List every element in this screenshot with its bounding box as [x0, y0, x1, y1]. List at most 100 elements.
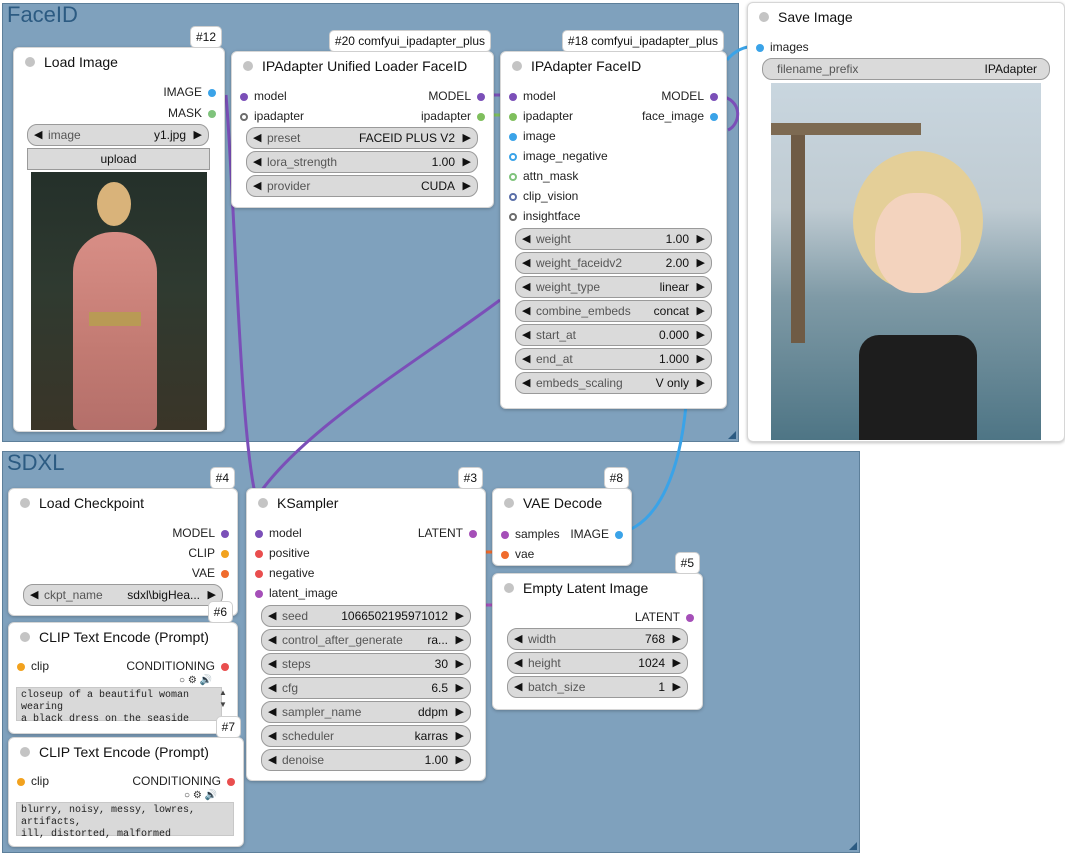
widget-scheduler[interactable]: ◀ scheduler karras ▶ [261, 725, 471, 747]
input-dot-icon[interactable] [255, 529, 263, 538]
widget-sampler-name[interactable]: ◀ sampler_name ddpm ▶ [261, 701, 471, 723]
widget-denoise[interactable]: ◀ denoise 1.00 ▶ [261, 749, 471, 771]
widget-width[interactable]: ◀ width 768 ▶ [507, 628, 688, 650]
output-dot-icon[interactable] [477, 92, 485, 101]
arrow-left-icon[interactable]: ◀ [522, 301, 530, 321]
widget-provider[interactable]: ◀ provider CUDA ▶ [246, 175, 478, 197]
prompt-textarea[interactable]: closeup of a beautiful woman wearing a b… [16, 687, 222, 725]
node-empty-latent-image[interactable]: #5 Empty Latent Image LATENT ◀ width 768 ▶ … [492, 552, 703, 710]
arrow-right-icon[interactable]: ▶ [697, 373, 705, 393]
widget-weight-faceidv2[interactable]: ◀ weight_faceidv2 2.00 ▶ [515, 252, 712, 274]
output-dot-icon[interactable] [221, 549, 229, 558]
input-attn-mask[interactable]: attn_mask [509, 167, 578, 185]
output-model[interactable]: MODEL [661, 87, 718, 105]
input-ring-icon[interactable] [240, 112, 248, 121]
arrow-left-icon[interactable]: ◀ [514, 677, 522, 697]
input-ring-icon[interactable] [509, 212, 517, 221]
output-mask[interactable]: MASK [168, 104, 216, 122]
output-image[interactable]: IMAGE [163, 83, 216, 101]
input-insightface[interactable]: insightface [509, 207, 580, 225]
output-conditioning[interactable]: CONDITIONING [132, 772, 235, 790]
output-dot-icon[interactable] [208, 109, 216, 118]
widget-control-after-generate[interactable]: ◀ control_after_generate ra... ▶ [261, 629, 471, 651]
output-dot-icon[interactable] [221, 662, 229, 671]
widget-filename-prefix[interactable]: filename_prefix IPAdapter [762, 58, 1050, 80]
arrow-right-icon[interactable]: ▶ [697, 277, 705, 297]
node-clip-text-encode-positive[interactable]: #6 CLIP Text Encode (Prompt) clip CONDIT… [8, 601, 238, 734]
node-title[interactable]: VAE Decode [493, 489, 631, 517]
widget-start-at[interactable]: ◀ start_at 0.000 ▶ [515, 324, 712, 346]
circle-icon[interactable]: ○ [179, 675, 185, 686]
arrow-left-icon[interactable]: ◀ [268, 726, 276, 746]
input-positive[interactable]: positive [255, 544, 310, 562]
arrow-right-icon[interactable]: ▶ [456, 678, 464, 698]
widget-preset[interactable]: ◀ preset FACEID PLUS V2 ▶ [246, 127, 478, 149]
input-dot-icon[interactable] [509, 132, 517, 141]
input-ring-icon[interactable] [509, 192, 517, 201]
arrow-left-icon[interactable]: ◀ [253, 152, 261, 172]
input-dot-icon[interactable] [501, 530, 509, 539]
arrow-right-icon[interactable]: ▶ [697, 349, 705, 369]
output-model[interactable]: MODEL [428, 87, 485, 105]
input-image-negative[interactable]: image_negative [509, 147, 608, 165]
output-dot-icon[interactable] [208, 88, 216, 97]
input-samples[interactable]: samples [501, 525, 560, 543]
output-conditioning[interactable]: CONDITIONING [126, 657, 229, 675]
input-clip[interactable]: clip [17, 772, 49, 790]
input-clip-vision[interactable]: clip_vision [509, 187, 578, 205]
arrow-left-icon[interactable]: ◀ [30, 585, 38, 605]
prompt-textarea[interactable]: blurry, noisy, messy, lowres, artifacts,… [16, 802, 234, 840]
arrow-left-icon[interactable]: ◀ [253, 128, 261, 148]
widget-weight[interactable]: ◀ weight 1.00 ▶ [515, 228, 712, 250]
arrow-left-icon[interactable]: ◀ [268, 630, 276, 650]
arrow-right-icon[interactable]: ▶ [456, 630, 464, 650]
input-clip[interactable]: clip [17, 657, 49, 675]
arrow-left-icon[interactable]: ◀ [514, 653, 522, 673]
arrow-right-icon[interactable]: ▶ [673, 653, 681, 673]
node-title[interactable]: IPAdapter Unified Loader FaceID [232, 52, 493, 80]
arrow-right-icon[interactable]: ▶ [463, 128, 471, 148]
input-model[interactable]: model [509, 87, 556, 105]
node-title[interactable]: KSampler [247, 489, 485, 517]
node-ipadapter-faceid[interactable]: #18 comfyui_ipadapter_plus IPAdapter Fac… [500, 30, 727, 409]
arrow-right-icon[interactable]: ▶ [673, 629, 681, 649]
arrow-left-icon[interactable]: ◀ [522, 325, 530, 345]
input-dot-icon[interactable] [509, 92, 517, 101]
scrollbar[interactable]: ▲ ▼ [218, 687, 228, 719]
output-dot-icon[interactable] [686, 613, 694, 622]
input-dot-icon[interactable] [501, 550, 509, 559]
input-image[interactable]: image [509, 127, 556, 145]
arrow-right-icon[interactable]: ▶ [456, 750, 464, 770]
output-dot-icon[interactable] [221, 529, 229, 538]
input-negative[interactable]: negative [255, 564, 314, 582]
input-dot-icon[interactable] [17, 777, 25, 786]
output-dot-icon[interactable] [221, 569, 229, 578]
node-title[interactable]: Save Image [748, 3, 1064, 31]
arrow-right-icon[interactable]: ▶ [456, 654, 464, 674]
arrow-right-icon[interactable]: ▶ [463, 176, 471, 196]
circle-icon[interactable]: ○ [184, 790, 190, 801]
node-save-image[interactable]: Save Image images filename_prefix IPAdapt… [747, 2, 1065, 442]
widget-weight-type[interactable]: ◀ weight_type linear ▶ [515, 276, 712, 298]
arrow-left-icon[interactable]: ◀ [34, 125, 42, 145]
image-selector[interactable]: ◀ image y1.jpg ▶ [27, 124, 209, 146]
node-ksampler[interactable]: #3 KSampler model positive negative late… [246, 467, 486, 781]
input-vae[interactable]: vae [501, 545, 534, 563]
widget-lora-strength[interactable]: ◀ lora_strength 1.00 ▶ [246, 151, 478, 173]
arrow-right-icon[interactable]: ▶ [697, 229, 705, 249]
arrow-right-icon[interactable]: ▶ [697, 325, 705, 345]
input-ipadapter[interactable]: ipadapter [240, 107, 304, 125]
input-dot-icon[interactable] [240, 92, 248, 101]
node-title[interactable]: Load Image [14, 48, 224, 76]
speaker-icon[interactable]: 🔊 [200, 675, 212, 686]
arrow-right-icon[interactable]: ▶ [456, 726, 464, 746]
input-dot-icon[interactable] [17, 662, 25, 671]
widget-height[interactable]: ◀ height 1024 ▶ [507, 652, 688, 674]
node-title[interactable]: Empty Latent Image [493, 574, 702, 602]
input-images[interactable]: images [756, 38, 809, 56]
output-model[interactable]: MODEL [172, 524, 229, 542]
input-dot-icon[interactable] [255, 569, 263, 578]
input-model[interactable]: model [255, 524, 302, 542]
input-model[interactable]: model [240, 87, 287, 105]
node-load-checkpoint[interactable]: #4 Load Checkpoint MODEL CLIP VAE ◀ ckpt_… [8, 467, 238, 616]
